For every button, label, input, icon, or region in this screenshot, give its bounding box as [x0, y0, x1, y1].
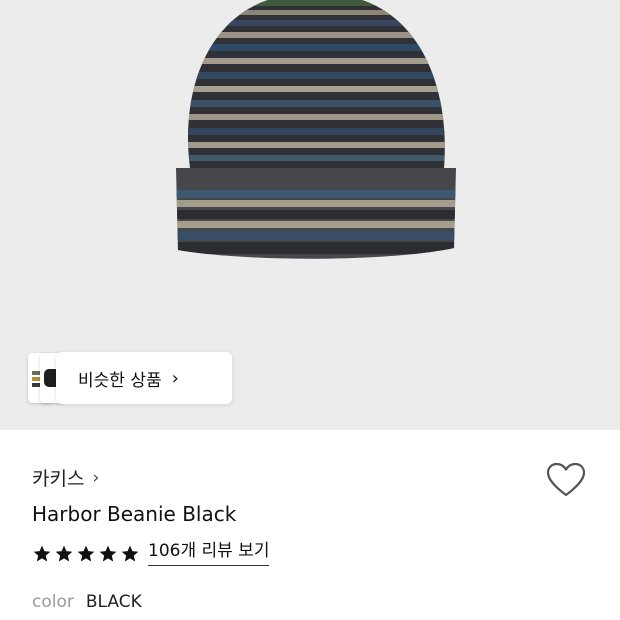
beanie-product-image	[176, 0, 456, 259]
color-label: color	[32, 592, 74, 612]
star-icon	[77, 545, 95, 562]
star-icon	[33, 545, 51, 562]
product-title: Harbor Beanie Black	[32, 502, 237, 526]
chevron-right-icon: ›	[92, 467, 100, 488]
color-option: color BLACK	[32, 592, 142, 612]
rating-row: 106개 리뷰 보기	[32, 542, 270, 566]
similar-products-button[interactable]: 비슷한 상품 ›	[56, 352, 232, 404]
star-icon	[99, 545, 117, 562]
reviews-link[interactable]: 106개 리뷰 보기	[148, 542, 270, 566]
star-icon	[121, 545, 139, 562]
brand-name: 카키스	[32, 468, 85, 490]
heart-icon[interactable]	[546, 462, 586, 498]
star-icon	[55, 545, 73, 562]
rating-stars	[32, 544, 140, 564]
product-image-area[interactable]: 비슷한 상품 ›	[0, 0, 620, 430]
similar-products-label: 비슷한 상품	[78, 370, 162, 391]
chevron-right-icon: ›	[171, 367, 179, 389]
brand-link[interactable]: 카키스 ›	[32, 464, 99, 491]
product-info: 카키스 › Harbor Beanie Black 106개 리뷰 보기 col…	[32, 430, 620, 620]
color-value: BLACK	[85, 592, 142, 612]
